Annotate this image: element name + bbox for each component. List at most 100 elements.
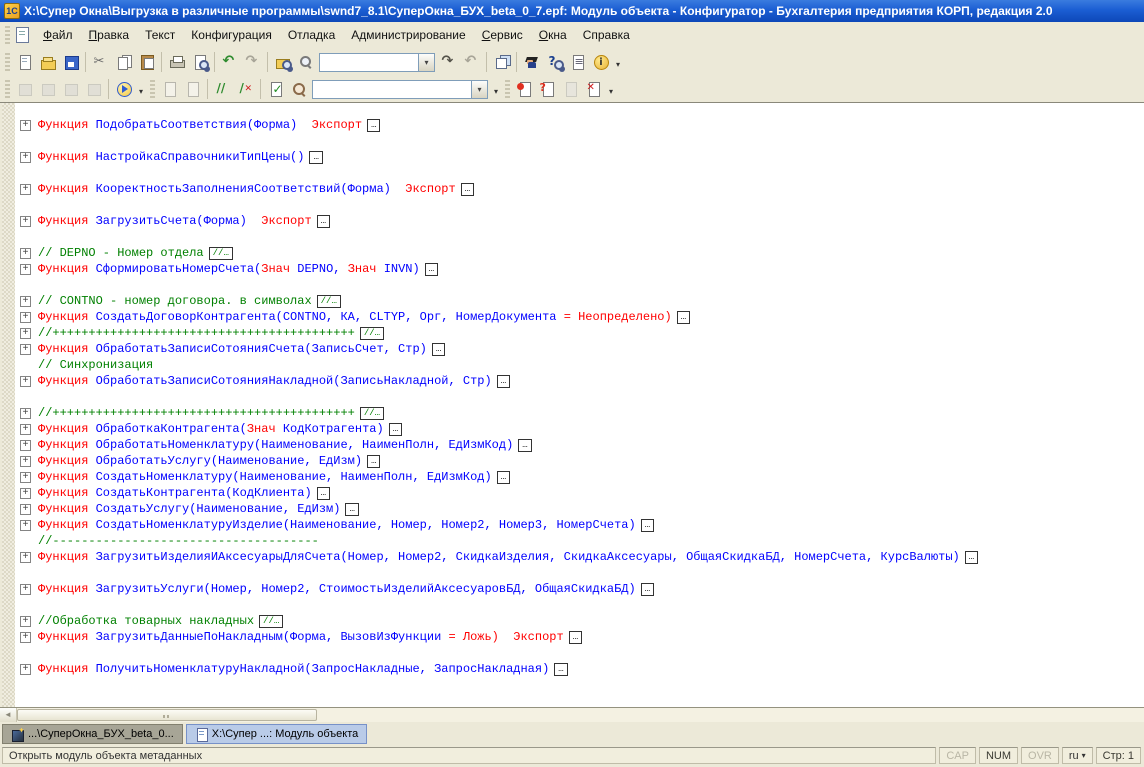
collapsed-block-box[interactable]: … <box>367 455 380 468</box>
collapse-toggle[interactable]: + <box>20 376 31 387</box>
code-line[interactable]: +Функция СоздатьНоменклатуруИзделие(Наим… <box>15 517 1144 533</box>
code-line[interactable] <box>15 597 1144 613</box>
collapse-toggle[interactable]: + <box>20 328 31 339</box>
redo-button[interactable] <box>241 51 264 73</box>
code-line[interactable]: +Функция ОбработатьУслугу(Наименование, … <box>15 453 1144 469</box>
find-previous-button[interactable] <box>460 51 483 73</box>
toolbar-grip[interactable] <box>5 80 10 98</box>
collapse-toggle[interactable]: + <box>20 120 31 131</box>
new-document-button[interactable] <box>13 51 36 73</box>
collapsed-block-box[interactable]: … <box>317 487 330 500</box>
code-line[interactable]: +Функция ОбработатьЗаписиСотоянияНакладн… <box>15 373 1144 389</box>
menu-item-file[interactable]: Файл <box>35 25 81 45</box>
collapse-toggle[interactable]: + <box>20 312 31 323</box>
toolbar-grip[interactable] <box>5 53 10 71</box>
collapse-toggle[interactable]: + <box>20 264 31 275</box>
code-line[interactable]: +Функция СоздатьНоменклатуру(Наименовани… <box>15 469 1144 485</box>
collapsed-block-box[interactable]: … <box>518 439 531 452</box>
collapse-toggle[interactable]: + <box>20 184 31 195</box>
collapse-toggle[interactable]: + <box>20 632 31 643</box>
collapse-toggle[interactable]: + <box>20 408 31 419</box>
copy-button[interactable] <box>112 51 135 73</box>
collapsed-block-box[interactable]: … <box>345 503 358 516</box>
info-button[interactable] <box>589 51 612 73</box>
collapse-toggle[interactable]: + <box>20 472 31 483</box>
app-icon[interactable]: 1С <box>4 3 20 19</box>
collapse-toggle[interactable]: + <box>20 152 31 163</box>
collapse-toggle[interactable]: + <box>20 216 31 227</box>
collapsed-block-box[interactable]: … <box>497 375 510 388</box>
find-next-button[interactable] <box>437 51 460 73</box>
collapsed-block-box[interactable]: //… <box>360 327 384 340</box>
procedure-select-dropdown-button[interactable]: ▾ <box>472 80 488 99</box>
save-button[interactable] <box>59 51 82 73</box>
window-list-button[interactable] <box>490 51 513 73</box>
code-line[interactable] <box>15 565 1144 581</box>
paste-button[interactable] <box>135 51 158 73</box>
search-expression-input[interactable] <box>319 53 419 72</box>
collapse-toggle[interactable]: + <box>20 616 31 627</box>
menu-item-windows[interactable]: Окна <box>531 25 575 45</box>
collapsed-block-box[interactable]: //… <box>259 615 283 628</box>
code-line[interactable]: // Синхронизация <box>15 357 1144 373</box>
print-preview-button[interactable] <box>188 51 211 73</box>
tab-module-window[interactable]: X:\Супер ...: Модуль объекта <box>186 724 367 744</box>
scrollbar-track[interactable] <box>317 708 1144 722</box>
scrollbar-thumb[interactable] <box>17 709 317 721</box>
collapse-toggle[interactable]: + <box>20 424 31 435</box>
code-line[interactable]: +Функция СоздатьДоговорКонтрагента(CONTN… <box>15 309 1144 325</box>
search-expression-dropdown-button[interactable]: ▾ <box>419 53 435 72</box>
print-button[interactable] <box>165 51 188 73</box>
collapsed-block-box[interactable]: … <box>425 263 438 276</box>
menu-item-administration[interactable]: Администрирование <box>343 25 473 45</box>
collapsed-block-box[interactable]: //… <box>317 295 341 308</box>
collapse-toggle[interactable]: + <box>20 504 31 515</box>
info-more-dropdown-button[interactable]: ▾ <box>612 51 624 73</box>
collapsed-block-box[interactable]: … <box>461 183 474 196</box>
scroll-left-button[interactable]: ◄ <box>0 708 17 722</box>
open-button[interactable] <box>36 51 59 73</box>
code-line[interactable]: +//+++++++++++++++++++++++++++++++++++++… <box>15 405 1144 421</box>
syntax-help-search-button[interactable] <box>543 51 566 73</box>
collapsed-block-box[interactable]: … <box>641 519 654 532</box>
collapsed-block-box[interactable]: … <box>389 423 402 436</box>
code-line[interactable]: +Функция ЗагрузитьУслуги(Номер, Номер2, … <box>15 581 1144 597</box>
collapse-toggle[interactable]: + <box>20 552 31 563</box>
collapsed-block-box[interactable]: … <box>641 583 654 596</box>
breakpoints-more-dropdown-button[interactable]: ▾ <box>605 78 617 100</box>
collapsed-block-box[interactable]: … <box>677 311 690 324</box>
find-in-files-button[interactable] <box>271 51 294 73</box>
code-line[interactable]: +Функция ОбработатьНоменклатуру(Наименов… <box>15 437 1144 453</box>
language-indicator[interactable]: ru ▾ <box>1062 747 1093 764</box>
code-line[interactable]: +Функция ОбработкаКонтрагента(Знач КодКо… <box>15 421 1144 437</box>
find-button[interactable] <box>294 51 317 73</box>
code-line[interactable]: +Функция ПодобратьСоответствия(Форма) Эк… <box>15 117 1144 133</box>
add-breakpoint-button[interactable] <box>513 78 536 100</box>
code-line[interactable]: +Функция ЗагрузитьИзделияИАксесуарыДляСч… <box>15 549 1144 565</box>
collapse-toggle[interactable]: + <box>20 440 31 451</box>
menu-item-configuration[interactable]: Конфигурация <box>183 25 280 45</box>
code-line[interactable] <box>15 165 1144 181</box>
code-line[interactable]: +Функция СоздатьКонтрагента(КодКлиента)… <box>15 485 1144 501</box>
code-line[interactable]: +// DEPNO - Номер отдела//… <box>15 245 1144 261</box>
collapsed-block-box[interactable]: … <box>432 343 445 356</box>
debug-more-dropdown-button[interactable]: ▾ <box>135 78 147 100</box>
code-line[interactable]: +Функция НастройкаСправочникиТипЦены()… <box>15 149 1144 165</box>
code-line[interactable]: +//+++++++++++++++++++++++++++++++++++++… <box>15 325 1144 341</box>
code-line[interactable]: +Функция СформироватьНомерСчета(Знач DEP… <box>15 261 1144 277</box>
collapse-toggle[interactable]: + <box>20 488 31 499</box>
collapse-toggle[interactable]: + <box>20 456 31 467</box>
code-line[interactable]: +Функция КооректностьЗаполненияСоответст… <box>15 181 1144 197</box>
code-editor[interactable]: +Функция ПодобратьСоответствия(Форма) Эк… <box>0 103 1144 707</box>
syntax-assistant-button[interactable] <box>520 51 543 73</box>
tab-processing-window[interactable]: ...\СуперОкна_БУХ_beta_0... <box>2 724 183 744</box>
code-line[interactable] <box>15 645 1144 661</box>
code-line[interactable]: +Функция ОбработатьЗаписиСотоянияСчета(З… <box>15 341 1144 357</box>
collapsed-block-box[interactable]: … <box>569 631 582 644</box>
code-line[interactable] <box>15 133 1144 149</box>
menu-item-debug[interactable]: Отладка <box>280 25 343 45</box>
collapsed-block-box[interactable]: … <box>367 119 380 132</box>
code-line[interactable]: +Функция ЗагрузитьСчета(Форма) Экспорт… <box>15 213 1144 229</box>
procedure-select-input[interactable] <box>312 80 472 99</box>
collapse-toggle[interactable]: + <box>20 664 31 675</box>
